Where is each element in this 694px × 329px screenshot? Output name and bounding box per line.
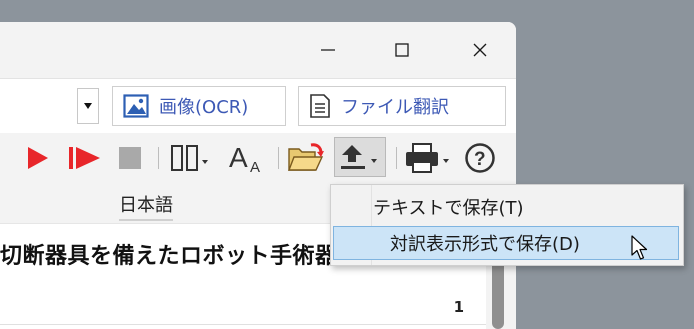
menu-item-label: テキストで保存(T) <box>373 198 524 219</box>
file-translate-button[interactable]: ファイル翻訳 <box>298 86 506 126</box>
combo-dropdown-button[interactable] <box>77 88 99 124</box>
font-size-button[interactable]: A A <box>228 141 270 175</box>
document-icon <box>310 94 330 118</box>
save-button[interactable] <box>334 137 386 177</box>
scrollbar-thumb[interactable] <box>492 259 504 329</box>
app-window: 画像(OCR) ファイル翻訳 A A ? 日本語 切断器具を備えたロボット手術器… <box>0 22 516 329</box>
open-file-button[interactable] <box>287 141 325 175</box>
svg-text:A: A <box>250 159 260 174</box>
menu-item-save-bilingual[interactable]: 対訳表示形式で保存(D) <box>333 226 679 260</box>
file-translate-label: ファイル翻訳 <box>341 97 449 118</box>
image-ocr-button[interactable]: 画像(OCR) <box>112 86 286 126</box>
menu-item-save-text[interactable]: テキストで保存(T) <box>333 190 679 224</box>
minimize-icon <box>321 49 335 51</box>
stop-button[interactable] <box>118 141 142 175</box>
svg-text:A: A <box>229 142 248 173</box>
maximize-icon <box>395 43 409 57</box>
source-text-line: 切断器具を備えたロボット手術器具 <box>0 244 361 269</box>
mouse-cursor-icon <box>631 235 648 260</box>
translation-toolbar: A A ? <box>0 133 516 183</box>
folder-open-icon <box>287 143 324 171</box>
play-from-cursor-icon <box>69 147 100 169</box>
toolbar-separator <box>158 147 159 169</box>
language-tab[interactable]: 日本語 <box>119 191 173 221</box>
page-number: 1 <box>453 298 464 316</box>
main-toolbar: 画像(OCR) ファイル翻訳 <box>0 78 516 134</box>
font-size-icon: A A <box>229 142 260 174</box>
play-icon <box>28 147 48 169</box>
layout-button[interactable] <box>170 141 212 175</box>
row-divider <box>0 324 486 325</box>
title-bar <box>0 22 516 78</box>
image-icon <box>123 94 149 118</box>
translate-play-button[interactable] <box>26 141 50 175</box>
maximize-button[interactable] <box>370 22 434 78</box>
minimize-button[interactable] <box>296 22 360 78</box>
svg-text:?: ? <box>474 149 486 170</box>
caret-down-icon <box>84 103 92 109</box>
toolbar-separator <box>396 147 397 169</box>
image-ocr-label: 画像(OCR) <box>159 97 249 118</box>
print-button[interactable] <box>404 141 454 175</box>
menu-item-label: 対訳表示形式で保存(D) <box>390 234 580 255</box>
help-button[interactable]: ? <box>464 141 496 175</box>
stop-icon <box>119 147 141 169</box>
close-icon <box>473 43 487 57</box>
toolbar-separator <box>278 147 279 169</box>
translate-from-cursor-button[interactable] <box>68 141 102 175</box>
printer-icon <box>406 143 449 173</box>
upload-save-icon <box>341 145 377 169</box>
split-view-icon <box>171 145 208 171</box>
close-button[interactable] <box>448 22 512 78</box>
help-icon: ? <box>465 143 495 173</box>
